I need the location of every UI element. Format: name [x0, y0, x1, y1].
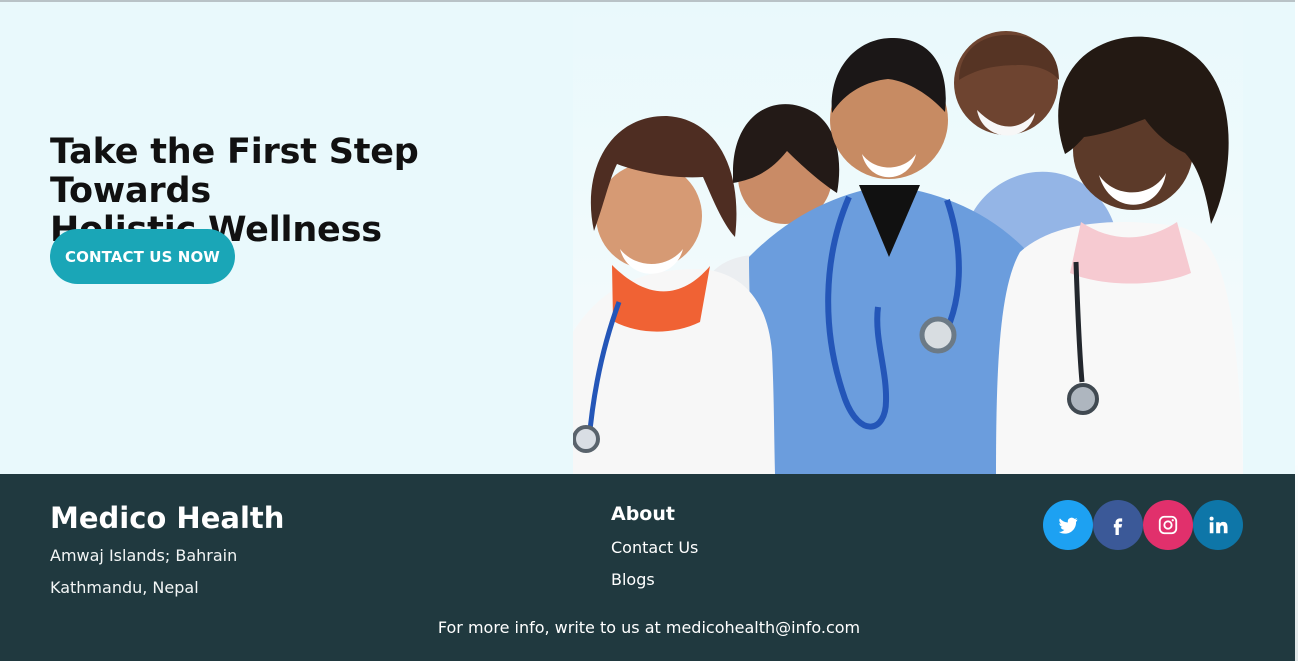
instagram-icon: [1157, 514, 1179, 536]
footer-info: For more info, write to us at medicoheal…: [0, 618, 1298, 638]
twitter-button[interactable]: [1043, 500, 1093, 550]
doctors-illustration: [573, 2, 1243, 474]
footer-info-prefix: For more info, write to us at: [437, 618, 666, 637]
footer-brand: Medico Health: [50, 501, 285, 535]
facebook-icon: [1108, 515, 1128, 535]
site-footer: Medico Health Amwaj Islands; Bahrain Kat…: [0, 474, 1298, 661]
instagram-button[interactable]: [1143, 500, 1193, 550]
linkedin-icon: [1207, 514, 1229, 536]
hero-title-line-1: Take the First Step Towards: [50, 132, 419, 211]
hero-section: Take the First Step Towards Holistic Wel…: [0, 2, 1298, 474]
footer-email[interactable]: medicohealth@info.com: [666, 618, 860, 637]
facebook-button[interactable]: [1093, 500, 1143, 550]
footer-link-blogs[interactable]: Blogs: [611, 570, 655, 590]
about-heading: About: [611, 503, 675, 525]
contact-us-now-button[interactable]: CONTACT US NOW: [50, 229, 235, 284]
footer-address-line-1: Amwaj Islands; Bahrain: [50, 546, 238, 565]
doctors-image: [573, 2, 1243, 474]
twitter-icon: [1057, 514, 1079, 536]
footer-link-contact-us[interactable]: Contact Us: [611, 538, 698, 558]
footer-address-line-2: Kathmandu, Nepal: [50, 578, 199, 597]
linkedin-button[interactable]: [1193, 500, 1243, 550]
